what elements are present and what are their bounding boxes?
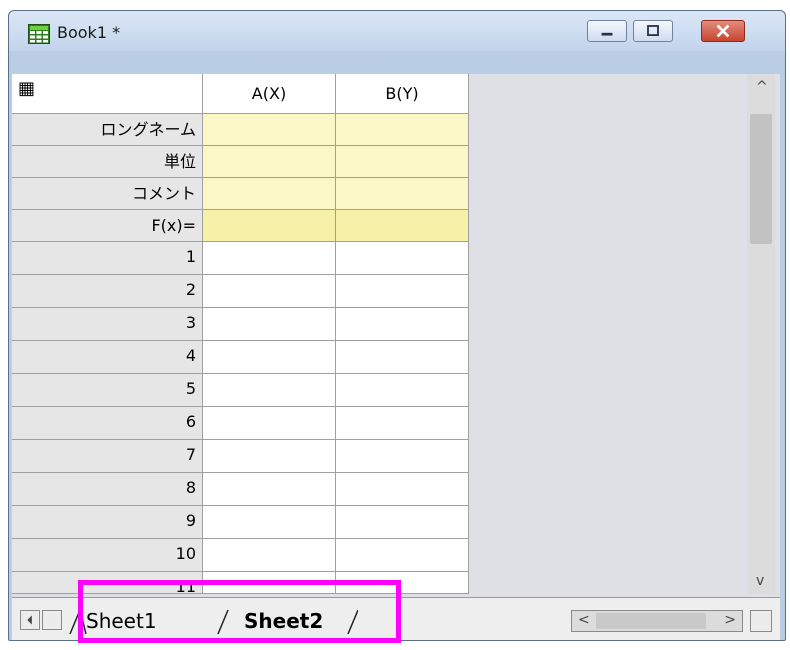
data-cell-b[interactable] [336,440,469,473]
vertical-scroll-thumb[interactable] [750,114,772,244]
row-number[interactable]: 4 [12,341,203,374]
resize-grip[interactable] [750,610,772,632]
data-cell-a[interactable] [203,374,336,407]
data-cell-b[interactable] [336,506,469,539]
data-cell-b[interactable] [336,242,469,275]
chevron-left-icon[interactable]: < [578,612,590,628]
column-header-a[interactable]: A(X) [203,74,336,114]
meta-cell-b[interactable] [336,210,469,242]
data-cell-b[interactable] [336,341,469,374]
data-cell-a[interactable] [203,275,336,308]
data-cell-a[interactable] [203,506,336,539]
meta-cell-b[interactable] [336,146,469,178]
maximize-icon [647,25,659,36]
workbook-window: Book1 * ▦ A(X) B(Y) ロングネーム 単位 コメント F(x)= 1 2 3… [8,10,786,641]
column-header-b[interactable]: B(Y) [336,74,469,114]
row-number[interactable]: 10 [12,539,203,572]
meta-cell-a[interactable] [203,178,336,210]
close-icon [716,24,730,38]
data-cell-b[interactable] [336,308,469,341]
close-button[interactable] [701,20,745,42]
data-cell-a[interactable] [203,407,336,440]
vertical-scrollbar[interactable]: ^ v [747,74,775,594]
data-cell-b[interactable] [336,374,469,407]
corner-cell[interactable]: ▦ [12,74,203,114]
data-cell-a[interactable] [203,308,336,341]
chevron-up-icon[interactable]: ^ [756,80,768,94]
data-cell-a[interactable] [203,440,336,473]
tab-left-arrow-icon [27,615,32,625]
row-number[interactable]: 9 [12,506,203,539]
minimize-button[interactable] [587,20,627,42]
row-number[interactable]: 7 [12,440,203,473]
row-number[interactable]: 6 [12,407,203,440]
window-title: Book1 * [57,23,121,42]
row-number[interactable]: 1 [12,242,203,275]
chevron-right-icon[interactable]: > [724,612,736,628]
data-cell-a[interactable] [203,242,336,275]
meta-row-label[interactable]: コメント [12,178,203,210]
meta-cell-b[interactable] [336,114,469,146]
horizontal-scroll-thumb[interactable] [596,613,706,629]
row-number[interactable]: 5 [12,374,203,407]
minimize-icon [601,32,613,36]
data-cell-a[interactable] [203,539,336,572]
spreadsheet-icon [28,24,50,44]
data-cell-b[interactable] [336,473,469,506]
tab-highlight-box [78,580,401,643]
data-cell-b[interactable] [336,407,469,440]
row-number[interactable]: 8 [12,473,203,506]
meta-cell-a[interactable] [203,146,336,178]
column-sort-icon: ▦ [18,78,36,99]
meta-row-label[interactable]: F(x)= [12,210,203,242]
maximize-button[interactable] [633,20,673,42]
data-cell-b[interactable] [336,539,469,572]
horizontal-scrollbar[interactable]: < > [571,610,743,632]
meta-cell-a[interactable] [203,210,336,242]
worksheet-area: ▦ A(X) B(Y) ロングネーム 単位 コメント F(x)= 1 2 3 4 5 6 7 8 9 10… [12,74,780,640]
meta-cell-a[interactable] [203,114,336,146]
data-cell-a[interactable] [203,473,336,506]
tab-scroll-left-button[interactable] [20,610,40,630]
data-cell-b[interactable] [336,275,469,308]
meta-row-label[interactable]: 単位 [12,146,203,178]
row-number[interactable]: 2 [12,275,203,308]
meta-row-label[interactable]: ロングネーム [12,114,203,146]
title-bar[interactable]: Book1 * [9,11,785,51]
meta-cell-b[interactable] [336,178,469,210]
tab-scroll-right-button[interactable] [42,610,62,630]
data-cell-a[interactable] [203,341,336,374]
chevron-down-icon[interactable]: v [756,574,764,588]
row-number[interactable]: 3 [12,308,203,341]
